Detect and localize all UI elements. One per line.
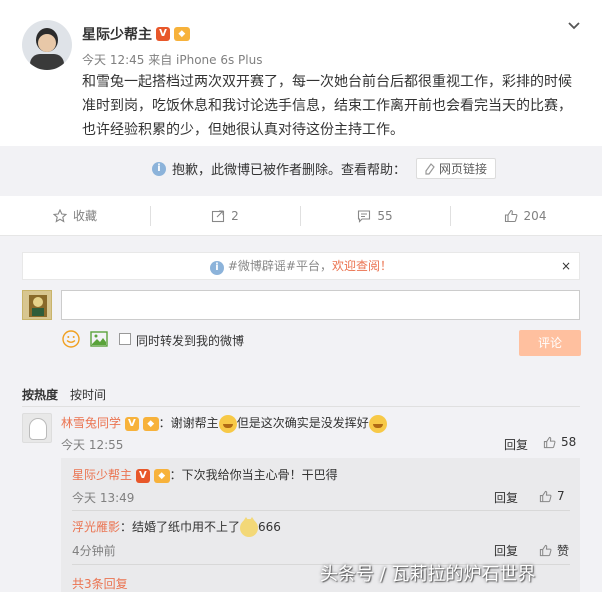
verified-v-badge: V [156, 26, 170, 41]
author-avatar[interactable] [22, 20, 72, 70]
laugh-cry-emoji-icon [368, 414, 387, 433]
reply-button[interactable]: 回复 [504, 436, 528, 453]
comment-button[interactable]: 55 [300, 196, 450, 236]
image-icon[interactable] [90, 331, 108, 347]
tab-sort-time[interactable]: 按时间 [70, 386, 106, 403]
reply-body: ：下次我给你当主心骨！干巴得 [169, 468, 338, 482]
repost-label: 同时转发到我的微博 [136, 334, 245, 348]
rumor-notice-banner: i #微博辟谣#平台，欢迎查阅！ × [22, 252, 580, 280]
weibo-post-page: 星际少帮主 V ◆ 今天 12:45 来自 iPhone 6s Plus 和雪兔… [0, 0, 602, 592]
comment-count: 55 [377, 209, 393, 223]
thumbs-up-icon [504, 209, 517, 223]
divider [72, 510, 570, 511]
favorite-label: 收藏 [72, 209, 97, 223]
like-button[interactable]: 204 [450, 196, 600, 236]
verified-v-badge: V [124, 416, 139, 431]
info-icon: i [210, 261, 225, 275]
web-link-button[interactable]: 网页链接 [416, 158, 497, 179]
submit-comment-button[interactable]: 评论 [519, 330, 581, 356]
reply-body: ：结婚了纸巾用不上了 [120, 520, 241, 534]
comment-input[interactable] [61, 290, 580, 320]
reply-text: 浮光雁影：结婚了纸巾用不上了 666 [72, 516, 281, 537]
reply-body-tail: 666 [258, 520, 281, 534]
emoji-icon[interactable] [62, 330, 80, 348]
reply-time: 今天 13:49 [72, 491, 135, 505]
reply-button[interactable]: 回复 [494, 489, 518, 506]
comment-like-button[interactable]: 58 [543, 435, 576, 449]
action-bar: 收藏 2 55 204 [0, 196, 602, 236]
like-count: 204 [523, 209, 547, 223]
reply-like-button[interactable]: 7 [539, 489, 565, 503]
reply-like-label: 赞 [557, 544, 570, 558]
laugh-cry-emoji-icon [218, 414, 237, 433]
replier-name[interactable]: 星际少帮主 [72, 468, 132, 482]
favorite-button[interactable]: 收藏 [0, 196, 150, 236]
close-icon[interactable]: × [561, 253, 571, 279]
comment-sort-tabs: 按热度 按时间 [22, 386, 106, 403]
tab-sort-hot[interactable]: 按热度 [22, 386, 58, 403]
reply-time: 4分钟前 [72, 544, 116, 558]
repost-checkbox[interactable] [119, 333, 131, 345]
comment-body-a: ：谢谢帮主 [158, 416, 219, 430]
vip-badge-icon: ◆ [153, 468, 170, 483]
thumbs-up-icon [539, 544, 552, 557]
comment-body-b: 但是这次确实是没发挥好 [236, 416, 369, 430]
vip-badge-icon: ◆ [142, 416, 159, 431]
reply-like-button[interactable]: 赞 [539, 542, 569, 559]
web-link-label: 网页链接 [439, 162, 488, 176]
post-meta: 今天 12:45 来自 iPhone 6s Plus [82, 53, 263, 67]
notice-text: #微博辟谣#平台， [227, 259, 332, 273]
divider [22, 406, 580, 407]
more-replies-link[interactable]: 共3条回复 [72, 575, 128, 592]
author-badges: V ◆ [156, 26, 190, 41]
post-body: 和雪兔一起搭档过两次双开赛了，每一次她台前台后都很重视工作，彩排的时候准时到岗，… [82, 74, 572, 138]
watermark: 头条号 / 瓦莉拉的炉石世界 [320, 564, 536, 585]
comment-time: 今天 12:55 [61, 438, 124, 452]
thumbs-up-icon [539, 490, 552, 502]
reply-like-count: 7 [557, 489, 565, 503]
replier-name[interactable]: 浮光雁影 [72, 520, 120, 534]
commenter-avatar[interactable] [22, 413, 52, 443]
author-name[interactable]: 星际少帮主 [82, 24, 152, 44]
commenter-name[interactable]: 林雪兔同学 [61, 416, 121, 430]
comment-like-count: 58 [561, 435, 577, 449]
verified-v-badge: V [135, 468, 150, 483]
comment-text: 林雪兔同学 V ◆ ：谢谢帮主 但是这次确实是没发挥好 [61, 414, 387, 433]
repost-icon [212, 210, 225, 223]
reply-button[interactable]: 回复 [494, 542, 518, 559]
notice-link[interactable]: 欢迎查阅！ [332, 259, 392, 273]
comment-icon [358, 210, 371, 223]
thumbs-up-icon [543, 436, 556, 448]
my-avatar[interactable] [22, 290, 52, 320]
deleted-notice: i 抱歉，此微博已被作者删除。查看帮助： 网页链接 [152, 158, 497, 179]
link-icon [425, 162, 435, 175]
doge-emoji-icon [240, 516, 259, 537]
repost-button[interactable]: 2 [150, 196, 300, 236]
chevron-down-icon[interactable] [566, 18, 582, 34]
info-icon: i [152, 161, 166, 176]
reply-text: 星际少帮主 V ◆ ：下次我给你当主心骨！干巴得 [72, 466, 338, 483]
repost-count: 2 [231, 209, 239, 223]
vip-badge-icon: ◆ [173, 26, 190, 41]
deleted-notice-text: 抱歉，此微博已被作者删除。查看帮助： [172, 163, 407, 178]
star-icon [52, 209, 67, 223]
